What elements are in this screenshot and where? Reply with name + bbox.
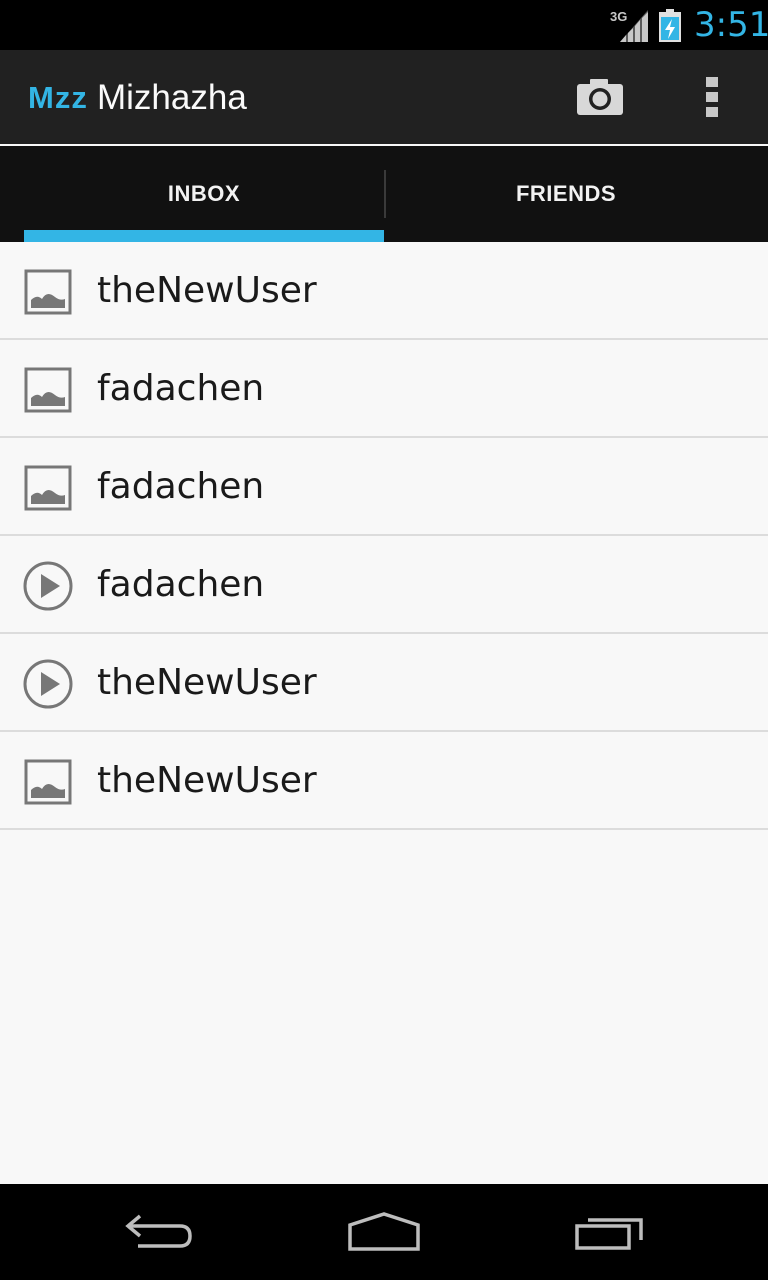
app-screen: 3G 3:51 Mzz Mizhazha INBOX FRIENDS theNe…: [0, 0, 768, 1280]
tab-friends[interactable]: FRIENDS: [386, 146, 746, 242]
image-icon: [24, 465, 72, 511]
app-logo[interactable]: Mzz: [28, 80, 88, 116]
app-title: Mizhazha: [97, 78, 247, 117]
home-icon: [348, 1212, 420, 1251]
play-icon: [23, 659, 73, 709]
list-item[interactable]: theNewUser: [0, 242, 768, 340]
action-bar: Mzz Mizhazha: [0, 50, 768, 144]
navigation-bar: [0, 1184, 768, 1280]
recents-button[interactable]: [555, 1202, 665, 1262]
sender-name: theNewUser: [97, 760, 317, 801]
recents-icon: [575, 1218, 643, 1250]
sender-name: fadachen: [97, 564, 265, 605]
camera-icon: [577, 79, 623, 115]
selected-tab-indicator: [24, 230, 384, 242]
home-button[interactable]: [329, 1202, 439, 1262]
sender-name: theNewUser: [97, 662, 317, 703]
sender-name: theNewUser: [97, 270, 317, 311]
sender-name: fadachen: [97, 368, 265, 409]
overflow-menu-button[interactable]: [680, 62, 744, 132]
camera-button[interactable]: [560, 62, 640, 132]
signal-icon: [620, 10, 648, 42]
overflow-menu-icon: [706, 77, 718, 117]
sender-name: fadachen: [97, 466, 265, 507]
image-icon: [24, 367, 72, 413]
tab-bar: INBOX FRIENDS: [0, 146, 768, 242]
status-bar: 3G 3:51: [0, 0, 768, 50]
list-item[interactable]: theNewUser: [0, 634, 768, 732]
list-item[interactable]: fadachen: [0, 340, 768, 438]
tab-inbox[interactable]: INBOX: [24, 146, 384, 242]
message-list: theNewUser fadachen fadachen fadachen th…: [0, 242, 768, 830]
back-button[interactable]: [104, 1202, 214, 1262]
back-icon: [125, 1214, 192, 1248]
list-item[interactable]: theNewUser: [0, 732, 768, 830]
image-icon: [24, 269, 72, 315]
play-icon: [23, 561, 73, 611]
battery-charging-icon: [659, 9, 681, 42]
list-item[interactable]: fadachen: [0, 536, 768, 634]
list-item[interactable]: fadachen: [0, 438, 768, 536]
clock: 3:51: [694, 5, 768, 45]
image-icon: [24, 759, 72, 805]
